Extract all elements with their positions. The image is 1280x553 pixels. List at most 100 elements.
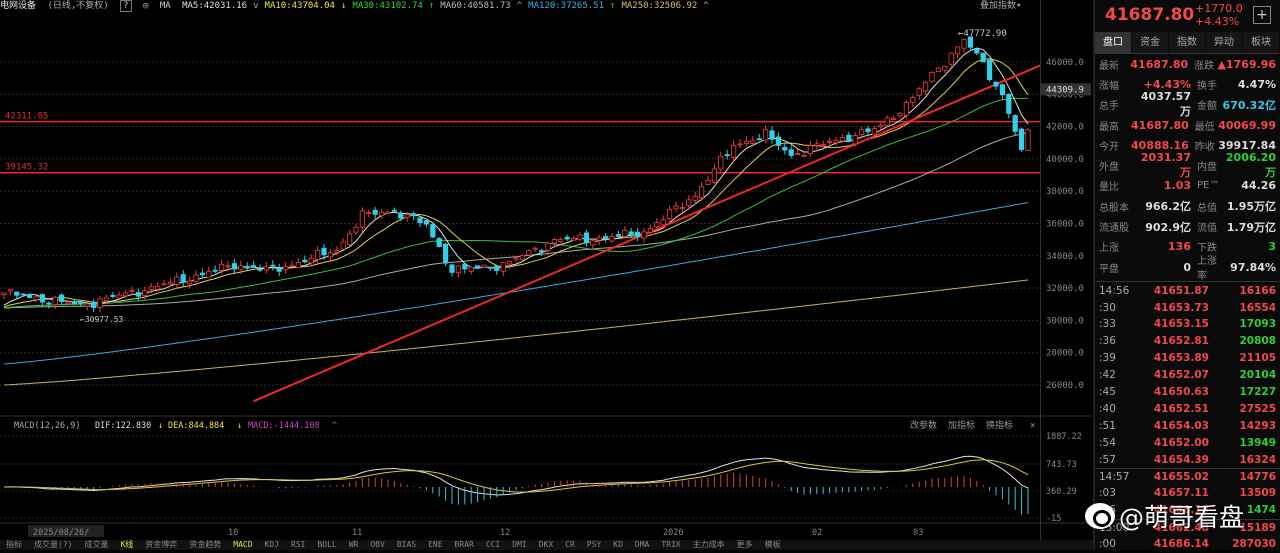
tick-price: 41650.63	[1153, 386, 1209, 399]
indicator-tab[interactable]: DKX	[533, 540, 559, 550]
indicator-tab[interactable]: BIAS	[391, 540, 422, 550]
panel-tab[interactable]: 资金	[1132, 32, 1168, 53]
panel-tab[interactable]: 板块	[1243, 32, 1279, 53]
indicator-tab[interactable]: PSY	[581, 540, 607, 550]
indicator-tab[interactable]: CCI	[480, 540, 506, 550]
quote-value: 97.84%	[1230, 260, 1276, 274]
ma-legend-item: MA5:42031.16	[182, 1, 248, 11]
candle-up	[327, 252, 334, 258]
candle-up	[923, 81, 929, 92]
quote-value: 902.9亿	[1145, 220, 1191, 234]
high-price-label: ←47772.90	[958, 29, 1007, 39]
candle-up	[596, 237, 602, 241]
quote-value: 2006.20万	[1225, 151, 1276, 180]
candle-up	[558, 239, 564, 242]
candle-down	[999, 84, 1006, 96]
panel-tab[interactable]: 指数	[1169, 32, 1205, 53]
quote-label: 流值	[1197, 223, 1217, 235]
candle-up	[731, 144, 737, 158]
macd-dea: DEA:844.884	[168, 421, 224, 431]
indicator-tab[interactable]: BOLL	[311, 540, 342, 550]
add-watchlist-button[interactable]: +	[1253, 6, 1271, 24]
indicator-tab[interactable]: KD	[607, 540, 629, 550]
tick-price: 41655.02	[1153, 471, 1209, 483]
candle-down	[769, 130, 775, 140]
candle-down	[756, 138, 762, 141]
quote-value: 41687.80	[1130, 57, 1189, 71]
candle-up	[878, 124, 884, 128]
indicator-tab[interactable]: 成交量	[78, 540, 114, 550]
indicator-tab[interactable]: 成交量(?)	[28, 540, 78, 550]
indicator-tab[interactable]: OBV	[364, 540, 390, 550]
candle-up	[795, 153, 801, 156]
quote-value: 1.03	[1163, 179, 1191, 193]
quote-label: 涨跌	[1194, 60, 1215, 72]
panel-tab[interactable]: 异动	[1206, 32, 1242, 53]
candle-down	[423, 220, 430, 225]
candle-up	[193, 274, 199, 282]
candle-up	[667, 209, 673, 220]
macd-button[interactable]: 加指标	[948, 419, 975, 431]
indicator-tab[interactable]: KDJ	[259, 540, 285, 550]
candle-down	[583, 232, 590, 244]
kline-chart[interactable]: 46000.044000.042000.040000.038000.036000…	[0, 12, 1092, 540]
quote-label: 今开	[1099, 141, 1119, 153]
macd-macd: MACD:-1444.108	[248, 421, 320, 431]
tick-row: :40 41652.51 27525	[1095, 401, 1280, 418]
indicator-tab[interactable]: DMA	[629, 540, 655, 550]
indicator-tab[interactable]: RSI	[285, 540, 311, 550]
candle-down	[410, 213, 417, 217]
help-icon[interactable]: ?	[120, 0, 132, 12]
candle-up	[897, 113, 903, 117]
indicator-tab[interactable]: 资金趋势	[183, 540, 227, 550]
indicator-tab[interactable]: K线	[114, 540, 139, 550]
indicator-tab[interactable]: BRAR	[449, 540, 480, 550]
tick-time: :39	[1099, 352, 1116, 365]
period-mode[interactable]: (日线,不复权)	[47, 1, 108, 11]
panel-tab[interactable]: 盘口	[1095, 32, 1131, 53]
candle-up	[65, 301, 71, 304]
tick-time: :00	[1099, 538, 1116, 551]
quote-label: 外盘	[1099, 162, 1119, 174]
candle-down	[724, 154, 730, 157]
tick-price: 41652.51	[1153, 402, 1209, 415]
quote-value: 4037.57万	[1140, 90, 1191, 119]
indicator-tab[interactable]: 指标	[0, 540, 28, 550]
quote-value: 966.2亿	[1145, 200, 1191, 214]
indicator-tab[interactable]: 资金博弈	[139, 540, 183, 550]
tick-volume: 16166	[1239, 284, 1276, 297]
close-icon[interactable]: ×	[1030, 421, 1035, 431]
indicator-tab[interactable]: MACD	[227, 540, 258, 550]
macd-button[interactable]: 换指标	[986, 419, 1013, 431]
indicator-tab[interactable]: 更多	[731, 540, 759, 550]
candle-down	[628, 231, 634, 235]
macd-button[interactable]: 改参数	[910, 419, 937, 431]
tick-time: 14:57	[1099, 471, 1130, 483]
indicator-tab[interactable]: CR	[559, 540, 581, 550]
candle-down	[635, 231, 641, 237]
candle-up	[673, 205, 679, 210]
candle-up	[282, 266, 289, 271]
candle-up	[763, 129, 769, 141]
candle-up	[526, 250, 532, 256]
candle-up	[871, 128, 878, 135]
candle-up	[807, 145, 814, 155]
trend-line[interactable]	[253, 64, 1042, 403]
indicator-tab[interactable]: WR	[343, 540, 365, 550]
tick-row: :51 41654.03 14293	[1095, 417, 1280, 434]
candle-down	[372, 209, 378, 215]
overlay-index-button[interactable]: 叠加指数▾	[980, 0, 1021, 12]
quote-row: 上涨 136 下跌 3	[1095, 237, 1280, 257]
indicator-tab[interactable]: 主力成本	[687, 540, 731, 550]
candle-down	[1012, 115, 1018, 132]
indicator-tab[interactable]: 模板	[759, 540, 787, 550]
indicator-tab[interactable]: ENE	[422, 540, 448, 550]
indicator-tab[interactable]: DMI	[506, 540, 532, 550]
price-change: +1770.0	[1195, 2, 1243, 15]
indicator-tab[interactable]: TRIX	[655, 540, 686, 550]
quote-label: 上涨率	[1197, 256, 1217, 283]
quote-value: 1.95万亿	[1226, 200, 1276, 214]
candle-up	[545, 242, 551, 251]
level-label: 39145.32	[5, 163, 48, 173]
settings-icon[interactable]: ◎	[143, 1, 148, 11]
